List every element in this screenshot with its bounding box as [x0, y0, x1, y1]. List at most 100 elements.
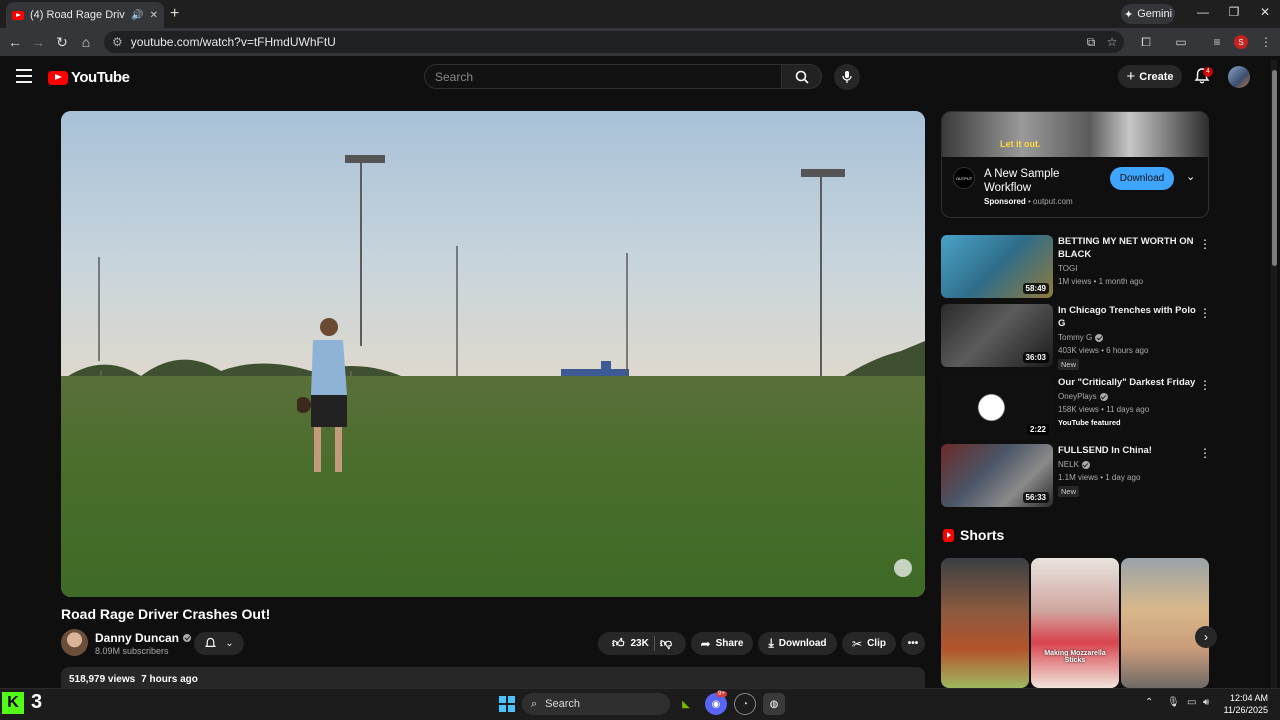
plus-icon: +: [1126, 68, 1136, 85]
view-count: 518,979 views: [69, 674, 136, 685]
network-icon[interactable]: ▭: [1187, 697, 1196, 708]
account-avatar[interactable]: [1228, 66, 1250, 88]
minimize-icon[interactable]: —: [1193, 5, 1213, 19]
video-thumbnail[interactable]: 2:22: [941, 376, 1053, 439]
more-vertical-icon[interactable]: ⋮: [1199, 446, 1211, 460]
like-count: 23K: [630, 638, 649, 649]
short-thumbnail[interactable]: [1121, 558, 1209, 688]
advertiser-logo[interactable]: OUTPUT: [953, 167, 975, 189]
more-vertical-icon[interactable]: ⋮: [1199, 306, 1211, 320]
notification-count-badge: 4: [1203, 67, 1213, 77]
address-bar[interactable]: ⚙ youtube.com/watch?v=tFHmdUWhFtU: [104, 31, 1124, 53]
windows-start-icon[interactable]: [499, 696, 515, 712]
speaker-icon[interactable]: 🔊: [131, 10, 143, 21]
more-vertical-icon[interactable]: ⋮: [1199, 237, 1211, 251]
recommended-title[interactable]: BETTING MY NET WORTH ON BLACK: [1058, 235, 1198, 261]
video-thumbnail[interactable]: 58:49: [941, 235, 1053, 298]
chevron-down-icon[interactable]: ⌄: [1186, 170, 1195, 183]
discord-badge: 9+: [716, 691, 727, 697]
more-actions-button[interactable]: •••: [901, 632, 925, 655]
recommended-video[interactable]: 56:33 FULLSEND In China! NELK 1.1M views…: [941, 444, 1211, 508]
search-input[interactable]: [424, 64, 782, 89]
microphone-tray-icon[interactable]: 🎙︎: [1167, 697, 1180, 708]
more-vertical-icon[interactable]: ⋮: [1199, 378, 1211, 392]
microphone-icon: [842, 71, 852, 83]
steam-app-icon[interactable]: ◔: [734, 693, 756, 715]
like-button[interactable]: 👍︎ 23K: [612, 636, 649, 651]
channel-avatar[interactable]: [61, 629, 88, 656]
description-box[interactable]: 518,979 views 7 hours ago: [61, 667, 925, 689]
recommended-title[interactable]: Our "Critically" Darkest Friday: [1058, 376, 1198, 389]
volume-icon[interactable]: 🔊︎: [1203, 697, 1209, 708]
create-button[interactable]: + Create: [1118, 65, 1182, 88]
new-tab-button[interactable]: +: [170, 5, 179, 23]
clock-date[interactable]: 11/26/2025: [1222, 705, 1268, 715]
media-controls-icon[interactable]: ≡: [1209, 35, 1225, 49]
recommended-meta: 403K views • 6 hours ago: [1058, 346, 1149, 355]
voice-search-button[interactable]: [834, 64, 860, 90]
video-player[interactable]: [61, 111, 925, 597]
search-button[interactable]: [781, 64, 822, 89]
upload-age: 7 hours ago: [141, 674, 198, 685]
subscriber-count: 8.09M subscribers: [95, 646, 169, 656]
split-view-icon[interactable]: ▭: [1173, 35, 1189, 49]
dislike-button[interactable]: 👎︎: [660, 636, 672, 651]
sponsored-ad-card[interactable]: Let it out. OUTPUT A New Sample Workflow…: [941, 111, 1209, 218]
home-icon[interactable]: ⌂: [78, 34, 94, 50]
menu-icon[interactable]: [16, 69, 32, 83]
clock-time[interactable]: 12:04 AM: [1228, 693, 1268, 703]
share-button[interactable]: ➦ Share: [691, 632, 753, 655]
ad-banner-image[interactable]: Let it out.: [942, 112, 1208, 157]
restore-icon[interactable]: ❐: [1224, 5, 1244, 19]
reload-icon[interactable]: ↻: [54, 34, 70, 51]
site-info-icon[interactable]: ⚙: [112, 35, 123, 49]
install-app-icon[interactable]: ⧉: [1083, 35, 1099, 50]
short-thumbnail[interactable]: [941, 558, 1029, 688]
ad-banner-text: Let it out.: [1000, 139, 1041, 149]
video-thumbnail[interactable]: 56:33: [941, 444, 1053, 507]
chrome-app-icon[interactable]: ◍: [763, 693, 785, 715]
youtube-favicon-icon: [12, 10, 24, 20]
scrollbar-thumb[interactable]: [1272, 70, 1277, 266]
youtube-logo[interactable]: YouTube: [48, 69, 130, 86]
extensions-icon[interactable]: ⧠: [1138, 35, 1154, 50]
bookmark-star-icon[interactable]: ☆: [1104, 35, 1120, 49]
gemini-button[interactable]: ✦ Gemini: [1121, 4, 1175, 24]
back-arrow-icon[interactable]: ←: [7, 34, 23, 50]
recommended-channel[interactable]: OneyPlays: [1058, 392, 1108, 401]
subscription-notification-button[interactable]: ⌄: [194, 632, 244, 655]
recommended-video[interactable]: 36:03 In Chicago Trenches with Polo G To…: [941, 304, 1211, 370]
recommended-channel[interactable]: Tommy G: [1058, 333, 1104, 342]
shorts-next-button[interactable]: ›: [1195, 626, 1217, 648]
browser-menu-icon[interactable]: ⋮: [1258, 35, 1274, 49]
recommended-title[interactable]: In Chicago Trenches with Polo G: [1058, 304, 1198, 330]
recommended-channel[interactable]: NELK: [1058, 460, 1090, 469]
video-duration: 36:03: [1022, 352, 1049, 363]
nvidia-app-icon[interactable]: ◣: [675, 693, 697, 715]
browser-profile-avatar[interactable]: S: [1234, 35, 1248, 49]
ad-title[interactable]: A New Sample Workflow: [984, 167, 1084, 195]
channel-watermark-icon[interactable]: [894, 559, 912, 577]
channel-label: OneyPlays: [1058, 392, 1097, 401]
download-button[interactable]: ⤓ Download: [758, 632, 837, 655]
tray-chevron-up-icon[interactable]: ⌃: [1145, 697, 1153, 708]
recommended-title[interactable]: FULLSEND In China!: [1058, 444, 1198, 457]
browser-tab[interactable]: (4) Road Rage Driver Crash 🔊 ✕: [6, 2, 164, 28]
verified-check-icon: [1095, 333, 1104, 342]
recommended-channel[interactable]: TOGI: [1058, 264, 1077, 273]
close-window-icon[interactable]: ✕: [1255, 5, 1275, 19]
kick-app-icon[interactable]: K: [2, 692, 24, 714]
ad-download-button[interactable]: Download: [1110, 167, 1174, 190]
recommended-video[interactable]: 2:22 Our "Critically" Darkest Friday One…: [941, 376, 1211, 440]
browser-tab-bar: (4) Road Rage Driver Crash 🔊 ✕ + ✦ Gemin…: [0, 0, 1280, 28]
video-thumbnail[interactable]: 36:03: [941, 304, 1053, 367]
recommended-video[interactable]: 58:49 BETTING MY NET WORTH ON BLACK TOGI…: [941, 235, 1211, 299]
forward-arrow-icon[interactable]: →: [30, 34, 46, 50]
close-tab-icon[interactable]: ✕: [150, 10, 158, 21]
taskbar-search-box[interactable]: ⌕ Search: [522, 693, 670, 715]
short-thumbnail[interactable]: Making Mozzarella Sticks: [1031, 558, 1119, 688]
video-frame-grass: [61, 376, 925, 597]
channel-name-link[interactable]: Danny Duncan: [95, 631, 192, 645]
clip-button[interactable]: ✂ Clip: [842, 632, 896, 655]
sparkle-icon: ✦: [1123, 8, 1134, 21]
